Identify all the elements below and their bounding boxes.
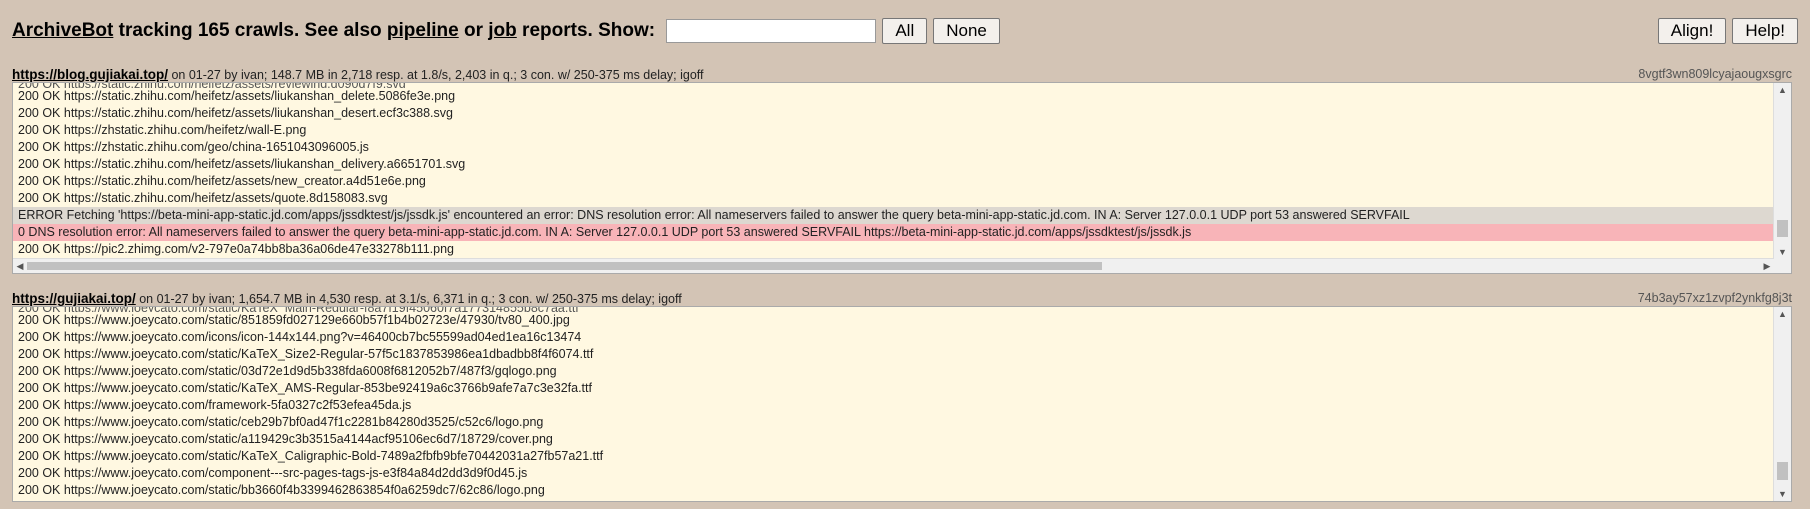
log-line: 200 OK https://www.joeycato.com/static/a… <box>18 432 553 446</box>
job-url-link[interactable]: https://gujiakai.top/ <box>12 291 136 306</box>
page-header: ArchiveBot tracking 165 crawls. See also… <box>12 16 1798 46</box>
help-button[interactable]: Help! <box>1732 18 1798 44</box>
tracking-text: tracking 165 crawls. See also <box>113 20 387 41</box>
scrollbar-thumb[interactable] <box>1777 462 1788 480</box>
log-line: 200 OK https://static.zhihu.com/heifetz/… <box>18 174 426 188</box>
log-line: 200 OK https://www.joeycato.com/static/K… <box>18 449 604 463</box>
log-line: 200 OK https://zhstatic.zhihu.com/heifet… <box>18 123 307 137</box>
log-line: 200 OK https://www.joeycato.com/framewor… <box>18 398 412 412</box>
log-line: 200 OK https://www.joeycato.com/icons/ic… <box>18 330 582 344</box>
job-ident: 8vgtf3wn809lcyajaougxsgrc <box>1638 67 1792 81</box>
scroll-left-icon[interactable]: ◀ <box>13 259 27 273</box>
job-header: https://blog.gujiakai.top/ on 01-27 by i… <box>12 67 1792 82</box>
pipeline-link[interactable]: pipeline <box>387 20 459 42</box>
scroll-up-icon[interactable]: ▲ <box>1774 83 1791 97</box>
align-button[interactable]: Align! <box>1657 18 1727 44</box>
job-log[interactable]: 200 OK https://www.joeycato.com/static/K… <box>12 306 1792 502</box>
vertical-scrollbar[interactable]: ▲ ▼ <box>1773 83 1791 273</box>
vertical-scrollbar[interactable]: ▲ ▼ <box>1773 307 1791 501</box>
job-url-link[interactable]: https://blog.gujiakai.top/ <box>12 67 168 82</box>
job-log[interactable]: 200 OK https://static.zhihu.com/heifetz/… <box>12 82 1792 274</box>
job-info: on 01-27 by ivan; 148.7 MB in 2,718 resp… <box>168 68 704 82</box>
log-line: 200 OK https://www.joeycato.com/static/c… <box>18 415 544 429</box>
log-line: 200 OK https://www.joeycato.com/static/K… <box>18 347 594 361</box>
archivebot-link[interactable]: ArchiveBot <box>12 20 113 42</box>
log-line: 200 OK https://zhstatic.zhihu.com/geo/ch… <box>18 140 369 154</box>
horizontal-scrollbar[interactable]: ◀ ▶ <box>13 258 1774 273</box>
reports-text: reports. Show: <box>516 20 661 41</box>
log-line: 200 OK https://static.zhihu.com/heifetz/… <box>18 106 453 120</box>
log-line-fail: 0 DNS resolution error: All nameservers … <box>13 224 1791 241</box>
scroll-up-icon[interactable]: ▲ <box>1774 307 1791 321</box>
log-line: 200 OK https://www.joeycato.com/componen… <box>18 466 528 480</box>
log-line-error: ERROR Fetching 'https://beta-mini-app-st… <box>13 207 1791 224</box>
job-panel: https://gujiakai.top/ on 01-27 by ivan; … <box>12 291 1792 502</box>
scroll-down-icon[interactable]: ▼ <box>1774 245 1791 259</box>
log-line: 200 OK https://www.joeycato.com/static/b… <box>18 483 545 497</box>
job-ident: 74b3ay57xz1zvpf2ynkfg8j3t <box>1637 291 1792 305</box>
log-line: 200 OK https://static.zhihu.com/heifetz/… <box>18 89 456 103</box>
log-line: 200 OK https://www.joeycato.com/static/8… <box>18 313 570 327</box>
scrollbar-thumb[interactable] <box>27 262 1102 270</box>
log-line: 200 OK https://pic2.zhimg.com/v2-797e0a7… <box>18 242 454 256</box>
log-line: 200 OK https://static.zhihu.com/heifetz/… <box>18 157 466 171</box>
scroll-down-icon[interactable]: ▼ <box>1774 487 1791 501</box>
or-text: or <box>458 20 489 41</box>
job-panel: https://blog.gujiakai.top/ on 01-27 by i… <box>12 67 1792 274</box>
show-all-button[interactable]: All <box>882 18 928 44</box>
scrollbar-thumb[interactable] <box>1777 220 1788 237</box>
header-right-buttons: Align! Help! <box>1652 18 1798 44</box>
log-line: 200 OK https://www.joeycato.com/static/K… <box>18 381 592 395</box>
log-line: 200 OK https://static.zhihu.com/heifetz/… <box>18 191 388 205</box>
log-line: 200 OK https://www.joeycato.com/static/0… <box>18 364 557 378</box>
job-header: https://gujiakai.top/ on 01-27 by ivan; … <box>12 291 1792 306</box>
filter-input[interactable] <box>666 19 877 43</box>
job-link[interactable]: job <box>488 20 517 42</box>
job-info: on 01-27 by ivan; 1,654.7 MB in 4,530 re… <box>135 292 682 306</box>
scroll-right-icon[interactable]: ▶ <box>1760 259 1774 273</box>
show-none-button[interactable]: None <box>933 18 1000 44</box>
